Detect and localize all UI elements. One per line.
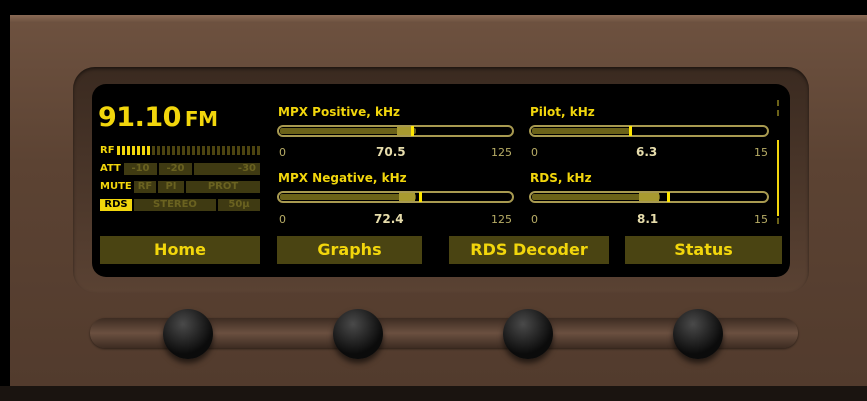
- knob-home[interactable]: [163, 309, 213, 359]
- rds-level-value: 8.1: [637, 212, 659, 226]
- mpx-positive-label: MPX Positive, kHz: [278, 105, 401, 119]
- rf-bar: [127, 146, 130, 155]
- rf-bar: [212, 146, 215, 155]
- frequency-value: 91.10: [98, 102, 181, 133]
- rf-bar: [252, 146, 255, 155]
- rf-bar: [237, 146, 240, 155]
- softkey-status[interactable]: Status: [625, 236, 782, 264]
- rf-bar: [222, 146, 225, 155]
- meter-marker: [419, 192, 422, 202]
- knob-rds-decoder[interactable]: [503, 309, 553, 359]
- rf-bar: [157, 146, 160, 155]
- knob-graphs[interactable]: [333, 309, 383, 359]
- pilot-max: 15: [754, 146, 768, 159]
- scroll-dot: [777, 218, 779, 224]
- meter-fill: [280, 128, 416, 134]
- meter-peak: [399, 193, 415, 201]
- softkey-home[interactable]: Home: [100, 236, 260, 264]
- rf-bar: [247, 146, 250, 155]
- mpx-negative-min: 0: [279, 213, 286, 226]
- rf-bar: [182, 146, 185, 155]
- mute-label: MUTE: [100, 181, 132, 192]
- rf-bar: [137, 146, 140, 155]
- rds-level-meter: [529, 191, 769, 203]
- mpx-negative-meter: [277, 191, 514, 203]
- rf-bar: [227, 146, 230, 155]
- rf-bar: [217, 146, 220, 155]
- rf-bar: [147, 146, 150, 155]
- rf-bar: [172, 146, 175, 155]
- rf-bar: [152, 146, 155, 155]
- mpx-negative-max: 125: [491, 213, 512, 226]
- rf-bar: [142, 146, 145, 155]
- att-20-indicator: -20: [159, 163, 192, 175]
- rds-indicator: RDS: [100, 199, 132, 211]
- knob-status[interactable]: [673, 309, 723, 359]
- att-10-indicator: -10: [124, 163, 157, 175]
- deemphasis-indicator: 50μ: [218, 199, 260, 211]
- panel-top-edge: [10, 15, 867, 23]
- pilot-meter: [529, 125, 769, 137]
- rf-bar: [177, 146, 180, 155]
- rf-bar: [187, 146, 190, 155]
- rf-bar: [257, 146, 260, 155]
- rf-bar: [202, 146, 205, 155]
- meter-marker: [667, 192, 670, 202]
- pilot-min: 0: [531, 146, 538, 159]
- meter-marker: [629, 126, 632, 136]
- mpx-positive-meter: [277, 125, 514, 137]
- rds-level-min: 0: [531, 213, 538, 226]
- scroll-thumb[interactable]: [777, 140, 779, 216]
- mpx-negative-label: MPX Negative, kHz: [278, 171, 407, 185]
- meter-peak: [639, 193, 659, 201]
- rf-label: RF: [100, 145, 115, 156]
- att-30-indicator: -30: [194, 163, 260, 175]
- meter-fill: [280, 194, 416, 200]
- pilot-value: 6.3: [636, 145, 658, 159]
- mpx-negative-value: 72.4: [374, 212, 404, 226]
- panel-bottom-shadow: [0, 386, 867, 401]
- rf-bar: [122, 146, 125, 155]
- scroll-dot: [777, 110, 779, 116]
- scroll-dot: [777, 100, 779, 106]
- meter-peak: [397, 127, 411, 135]
- meter-marker: [411, 126, 414, 136]
- band-label: FM: [184, 107, 218, 131]
- softkey-graphs[interactable]: Graphs: [277, 236, 422, 264]
- rf-bar: [132, 146, 135, 155]
- rds-level-label: RDS, kHz: [530, 171, 592, 185]
- stereo-indicator: STEREO: [134, 199, 216, 211]
- rf-bar: [162, 146, 165, 155]
- rf-bar: [117, 146, 120, 155]
- rf-bar: [192, 146, 195, 155]
- mute-rf-indicator: RF: [134, 181, 156, 193]
- mpx-positive-value: 70.5: [376, 145, 406, 159]
- pilot-label: Pilot, kHz: [530, 105, 595, 119]
- frequency-display: 91.10 FM: [98, 102, 218, 133]
- mute-pi-indicator: PI: [158, 181, 184, 193]
- rf-bar: [242, 146, 245, 155]
- mute-prot-indicator: PROT: [186, 181, 260, 193]
- mpx-positive-min: 0: [279, 146, 286, 159]
- rds-level-max: 15: [754, 213, 768, 226]
- rf-bar: [167, 146, 170, 155]
- screen-scrollbar[interactable]: [777, 100, 779, 224]
- rf-bar: [232, 146, 235, 155]
- att-label: ATT: [100, 163, 121, 174]
- softkey-rds-decoder[interactable]: RDS Decoder: [449, 236, 609, 264]
- mpx-positive-max: 125: [491, 146, 512, 159]
- rf-bar: [207, 146, 210, 155]
- rf-bar: [197, 146, 200, 155]
- meter-fill: [532, 128, 630, 134]
